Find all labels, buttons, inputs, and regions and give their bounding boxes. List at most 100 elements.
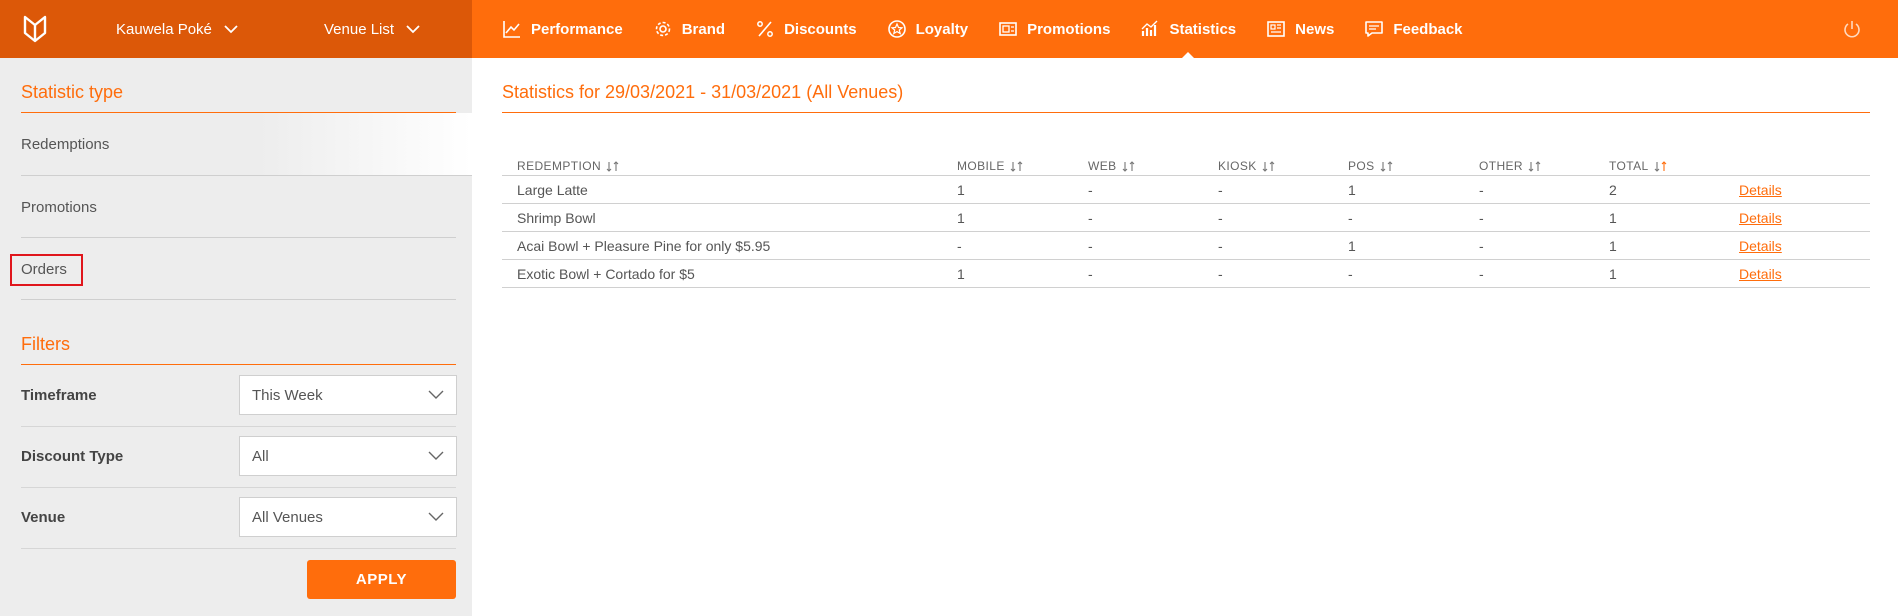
sort-icon (1528, 160, 1541, 172)
filter-label: Discount Type (21, 448, 124, 465)
brand-area: Kauwela Poké Venue List (0, 0, 472, 58)
column-header-pos[interactable]: POS (1348, 159, 1393, 173)
cell-total: 2 (1609, 182, 1617, 198)
nav-label: Brand (681, 20, 726, 38)
cell-kiosk: - (1218, 210, 1223, 226)
apply-button[interactable]: APPLY (307, 560, 456, 599)
column-label: KIOSK (1218, 159, 1257, 173)
stat-type-redemptions[interactable]: Redemptions (0, 113, 472, 175)
nav-discounts[interactable]: Discounts (755, 0, 857, 58)
brand-dropdown[interactable]: Kauwela Poké (116, 0, 238, 58)
column-label: WEB (1088, 159, 1117, 173)
nav-label: News (1295, 20, 1335, 38)
cell-web: - (1088, 210, 1093, 226)
power-icon[interactable] (1842, 19, 1862, 39)
nav-news[interactable]: News (1266, 0, 1334, 58)
divider (21, 548, 456, 549)
star-circle-icon (887, 20, 906, 38)
sort-icon (1010, 160, 1023, 172)
top-bar: Kauwela Poké Venue List Performance Bran… (0, 0, 1898, 58)
nav-label: Discounts (784, 20, 857, 38)
cell-redemption: Large Latte (517, 182, 588, 198)
column-header-other[interactable]: OTHER (1479, 159, 1541, 173)
bar-chart-icon (1141, 20, 1158, 36)
column-header-web[interactable]: WEB (1088, 159, 1135, 173)
cell-redemption: Acai Bowl + Pleasure Pine for only $5.95 (517, 238, 771, 254)
main-nav: Performance Brand Discounts Loyalty Prom… (502, 0, 1493, 58)
details-link[interactable]: Details (1739, 210, 1782, 226)
nav-loyalty[interactable]: Loyalty (887, 0, 969, 58)
cell-kiosk: - (1218, 238, 1223, 254)
cell-total: 1 (1609, 238, 1617, 254)
cell-web: - (1088, 182, 1093, 198)
chevron-down-icon (406, 25, 420, 34)
column-header-redemption[interactable]: REDEMPTION (517, 159, 619, 173)
table-header: REDEMPTION MOBILE WEB KIOSK POS OTHER TO… (502, 155, 1870, 176)
column-header-kiosk[interactable]: KIOSK (1218, 159, 1275, 173)
cell-kiosk: - (1218, 266, 1223, 282)
cell-total: 1 (1609, 266, 1617, 282)
table-row: Large Latte 1 - - 1 - 2 Details (502, 176, 1870, 204)
nav-promotions[interactable]: Promotions (998, 0, 1110, 58)
nav-statistics[interactable]: Statistics (1140, 0, 1236, 58)
stat-type-promotions[interactable]: Promotions (0, 176, 472, 238)
nav-label: Promotions (1027, 20, 1111, 38)
cell-pos: - (1348, 266, 1353, 282)
select-value: All (252, 447, 269, 465)
cell-mobile: - (957, 238, 962, 254)
statistic-type-title: Statistic type (21, 82, 124, 102)
cell-mobile: 1 (957, 266, 965, 282)
cell-other: - (1479, 210, 1484, 226)
column-label: TOTAL (1609, 159, 1649, 173)
cell-pos: - (1348, 210, 1353, 226)
chevron-down-icon (428, 512, 444, 521)
discount-type-select[interactable]: All (239, 436, 457, 476)
divider (21, 299, 456, 300)
chat-bubble-icon (1365, 21, 1384, 37)
select-value: This Week (252, 386, 323, 404)
venue-select[interactable]: All Venues (239, 497, 457, 537)
column-header-total[interactable]: TOTAL (1609, 159, 1667, 173)
divider (502, 112, 1870, 113)
nav-performance[interactable]: Performance (502, 0, 623, 58)
venue-list-dropdown[interactable]: Venue List (324, 0, 420, 58)
cell-kiosk: - (1218, 182, 1223, 198)
cell-redemption: Shrimp Bowl (517, 210, 596, 226)
column-label: REDEMPTION (517, 159, 602, 173)
column-header-mobile[interactable]: MOBILE (957, 159, 1023, 173)
sort-icon (1262, 160, 1275, 172)
stat-type-label: Redemptions (21, 135, 110, 153)
table-row: Acai Bowl + Pleasure Pine for only $5.95… (502, 232, 1870, 260)
details-link[interactable]: Details (1739, 182, 1782, 198)
monogram-logo-icon[interactable] (22, 14, 48, 44)
filter-timeframe: Timeframe This Week (21, 365, 457, 426)
cell-other: - (1479, 266, 1484, 282)
nav-brand[interactable]: Brand (653, 0, 725, 58)
brand-dropdown-label: Kauwela Poké (116, 20, 212, 38)
cell-web: - (1088, 238, 1093, 254)
column-label: POS (1348, 159, 1375, 173)
nav-label: Loyalty (915, 20, 969, 38)
column-label: OTHER (1479, 159, 1523, 173)
table-row: Shrimp Bowl 1 - - - - 1 Details (502, 204, 1870, 232)
chevron-down-icon (428, 451, 444, 460)
chart-line-icon (503, 21, 520, 38)
nav-feedback[interactable]: Feedback (1364, 0, 1463, 58)
statistics-table: REDEMPTION MOBILE WEB KIOSK POS OTHER TO… (502, 155, 1870, 288)
newspaper-icon (1267, 21, 1285, 37)
cell-total: 1 (1609, 210, 1617, 226)
filters-title: Filters (21, 334, 70, 354)
details-link[interactable]: Details (1739, 266, 1782, 282)
cell-web: - (1088, 266, 1093, 282)
filter-label: Venue (21, 509, 66, 526)
cell-other: - (1479, 238, 1484, 254)
filter-discount-type: Discount Type All (21, 426, 457, 487)
cell-redemption: Exotic Bowl + Cortado for $5 (517, 266, 695, 282)
timeframe-select[interactable]: This Week (239, 375, 457, 415)
details-link[interactable]: Details (1739, 238, 1782, 254)
page-title: Statistics for 29/03/2021 - 31/03/2021 (… (502, 82, 904, 102)
sort-icon (1654, 160, 1666, 172)
sort-icon (1122, 160, 1134, 172)
venue-list-label: Venue List (324, 20, 395, 38)
cell-mobile: 1 (957, 182, 965, 198)
